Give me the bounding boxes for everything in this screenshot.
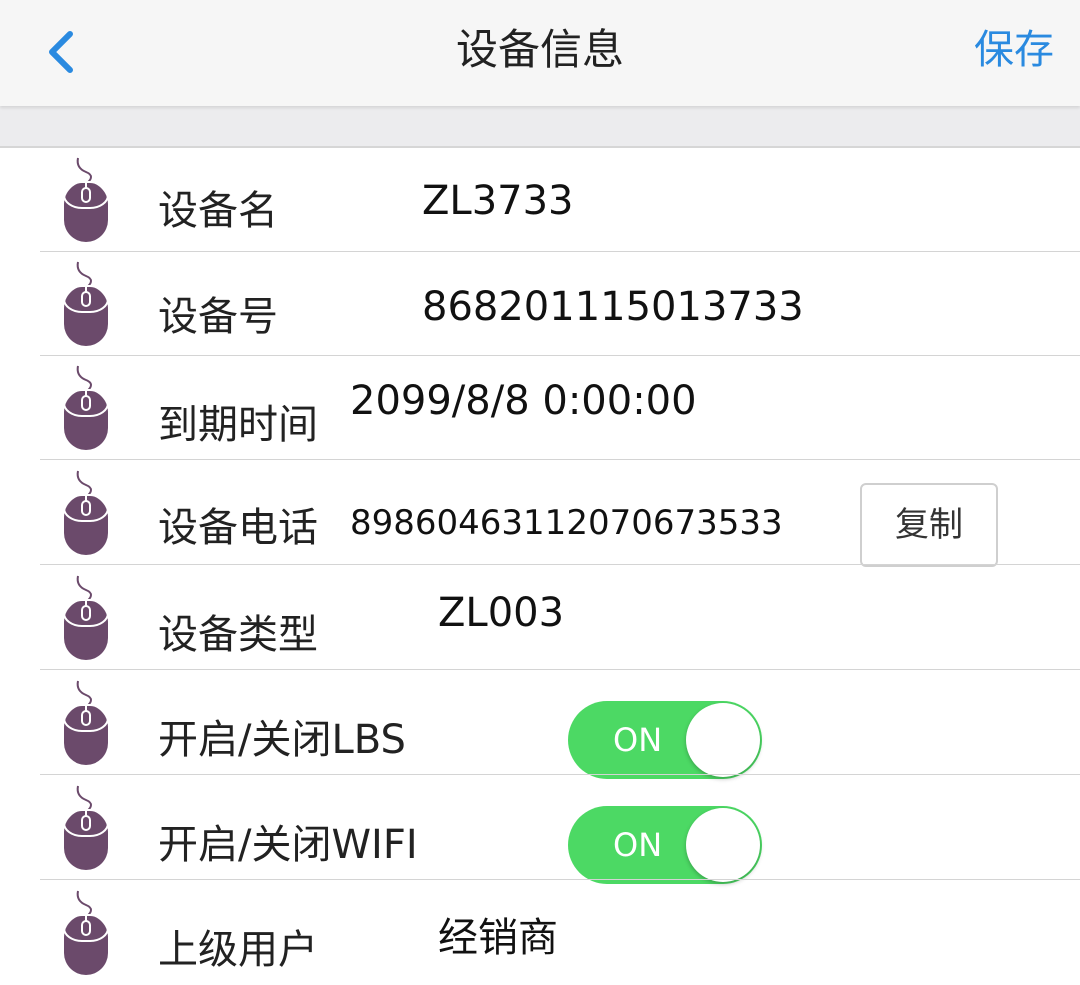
divider — [40, 564, 1080, 565]
row-label: 开启/关闭LBS — [158, 717, 406, 763]
lbs-toggle-switch[interactable]: ON — [568, 701, 762, 779]
row-expiry-time: 到期时间 2099/8/8 0:00:00 — [0, 356, 1080, 460]
divider — [40, 459, 1080, 460]
row-device-type: 设备类型 ZL003 — [0, 566, 1080, 670]
row-label: 设备名 — [158, 188, 278, 234]
device-phone-value: 89860463112070673533 — [350, 503, 783, 543]
parent-user-value: 经销商 — [438, 915, 558, 961]
row-label: 设备类型 — [158, 612, 318, 658]
toggle-state-text: ON — [613, 721, 663, 759]
row-wifi-toggle: 开启/关闭WIFI ON — [0, 776, 1080, 884]
divider — [40, 669, 1080, 670]
mouse-icon — [63, 785, 109, 870]
device-number-value: 868201115013733 — [422, 284, 804, 330]
row-label: 上级用户 — [158, 927, 318, 973]
divider — [40, 774, 1080, 775]
row-parent-user: 上级用户 经销商 — [0, 881, 1080, 985]
nav-bar: 设备信息 保存 — [0, 0, 1080, 106]
toggle-knob — [686, 808, 760, 882]
mouse-icon — [63, 680, 109, 765]
mouse-icon — [63, 365, 109, 450]
row-label: 设备号 — [158, 294, 278, 340]
device-name-value: ZL3733 — [422, 178, 574, 224]
mouse-icon — [63, 470, 109, 555]
copy-button[interactable]: 复制 — [860, 483, 998, 567]
divider — [40, 879, 1080, 880]
wifi-toggle-switch[interactable]: ON — [568, 806, 762, 884]
row-device-name: 设备名 ZL3733 — [0, 148, 1080, 252]
row-device-number: 设备号 868201115013733 — [0, 252, 1080, 356]
row-lbs-toggle: 开启/关闭LBS ON — [0, 671, 1080, 779]
mouse-icon — [63, 261, 109, 346]
section-spacer — [0, 106, 1080, 148]
toggle-knob — [686, 703, 760, 777]
row-label: 开启/关闭WIFI — [158, 822, 418, 868]
mouse-icon — [63, 575, 109, 660]
page-title: 设备信息 — [455, 25, 624, 74]
mouse-icon — [63, 890, 109, 975]
save-button[interactable]: 保存 — [974, 0, 1054, 100]
toggle-state-text: ON — [613, 826, 663, 864]
row-device-phone: 设备电话 89860463112070673533 复制 — [0, 461, 1080, 567]
mouse-icon — [63, 157, 109, 242]
device-type-value: ZL003 — [438, 590, 565, 636]
expiry-time-value: 2099/8/8 0:00:00 — [350, 378, 697, 424]
row-label: 到期时间 — [158, 402, 318, 448]
row-label: 设备电话 — [158, 505, 318, 551]
